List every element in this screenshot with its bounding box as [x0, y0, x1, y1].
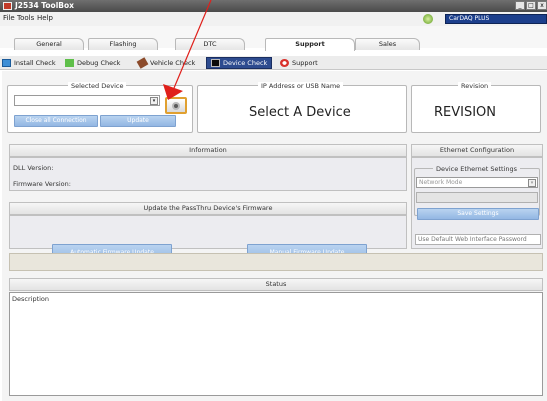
revision-value: REVISION — [434, 105, 497, 120]
status-description-area[interactable]: Description — [9, 292, 543, 396]
vehicle-check-icon — [136, 57, 149, 69]
menu-file[interactable]: File — [3, 14, 15, 22]
car-status-icon — [423, 14, 433, 24]
device-check-icon — [211, 59, 220, 67]
subtab-support-label: Support — [292, 59, 318, 67]
firmware-update-header: Update the PassThru Device's Firmware — [9, 202, 407, 215]
status-header: Status — [9, 278, 543, 291]
revision-label: Revision — [458, 82, 492, 90]
refresh-devices-button[interactable] — [165, 97, 187, 114]
dll-version-label: DLL Version: — [13, 164, 54, 172]
subtab-device-check[interactable]: Device Check — [206, 57, 273, 69]
save-settings-button[interactable]: Save Settings — [417, 208, 539, 220]
chevron-down-icon[interactable]: ▾ — [528, 179, 536, 187]
subtab-vehicle-check-label: Vehicle Check — [150, 59, 196, 67]
selected-device-dropdown[interactable]: ▾ — [14, 95, 160, 106]
tab-sales[interactable]: Sales — [355, 38, 420, 50]
description-label: Description — [12, 295, 50, 303]
tab-support[interactable]: Support — [265, 38, 355, 51]
tab-dtc[interactable]: DTC — [175, 38, 245, 50]
menu-tools[interactable]: Tools — [17, 14, 34, 22]
subtab-debug-check[interactable]: Debug Check — [65, 57, 120, 69]
close-all-connection-button[interactable]: Close all Connection — [14, 115, 98, 127]
update-button[interactable]: Update — [100, 115, 176, 127]
minimize-button[interactable]: _ — [515, 1, 525, 10]
support-icon — [280, 59, 289, 67]
subtab-debug-check-label: Debug Check — [77, 59, 121, 67]
close-button[interactable]: x — [537, 1, 547, 10]
subtab-device-check-label: Device Check — [223, 59, 268, 67]
menu-bar: File Tools Help CarDAQ PLUS — [0, 12, 547, 26]
subtab-vehicle-check[interactable]: Vehicle Check — [136, 57, 196, 69]
tab-general[interactable]: General — [14, 38, 84, 50]
firmware-version-label: Firmware Version: — [13, 180, 71, 188]
refresh-icon — [172, 102, 180, 110]
subtab-install-check-label: Install Check — [14, 59, 56, 67]
information-panel: DLL Version: Firmware Version: — [9, 157, 407, 191]
device-ethernet-settings-label: Device Ethernet Settings — [433, 165, 521, 173]
ethernet-address-field[interactable] — [416, 192, 538, 203]
window-controls: _ □ x — [515, 1, 547, 10]
network-mode-dropdown[interactable]: Network Mode ▾ — [416, 177, 538, 188]
subtab-support[interactable]: Support — [280, 57, 318, 69]
app-icon — [3, 2, 12, 10]
ip-address-value: Select A Device — [249, 105, 351, 120]
device-type-select[interactable]: CarDAQ PLUS — [445, 14, 547, 24]
debug-check-icon — [65, 59, 74, 67]
selected-device-label: Selected Device — [68, 82, 127, 90]
progress-status-bar — [9, 253, 543, 271]
menu-help[interactable]: Help — [37, 14, 53, 22]
network-mode-placeholder: Network Mode — [419, 179, 463, 186]
information-header: Information — [9, 144, 407, 157]
sub-tab-bar: Install Check Debug Check Vehicle Check … — [0, 56, 547, 70]
ip-address-label: IP Address or USB Name — [258, 82, 344, 90]
subtab-install-check[interactable]: Install Check — [2, 57, 56, 69]
install-check-icon — [2, 59, 11, 67]
main-tab-bar: General Flashing DTC Support Sales — [0, 26, 547, 51]
window-title: J2534 ToolBox — [15, 1, 74, 10]
tab-flashing[interactable]: Flashing — [88, 38, 158, 50]
default-password-field[interactable]: Use Default Web Interface Password — [415, 234, 541, 245]
ethernet-header: Ethernet Configuration — [411, 144, 543, 157]
title-bar: J2534 ToolBox _ □ x — [0, 0, 547, 12]
chevron-down-icon[interactable]: ▾ — [150, 97, 158, 105]
maximize-button[interactable]: □ — [526, 1, 536, 10]
device-check-panel: Selected Device ▾ Close all Connection U… — [2, 71, 547, 401]
